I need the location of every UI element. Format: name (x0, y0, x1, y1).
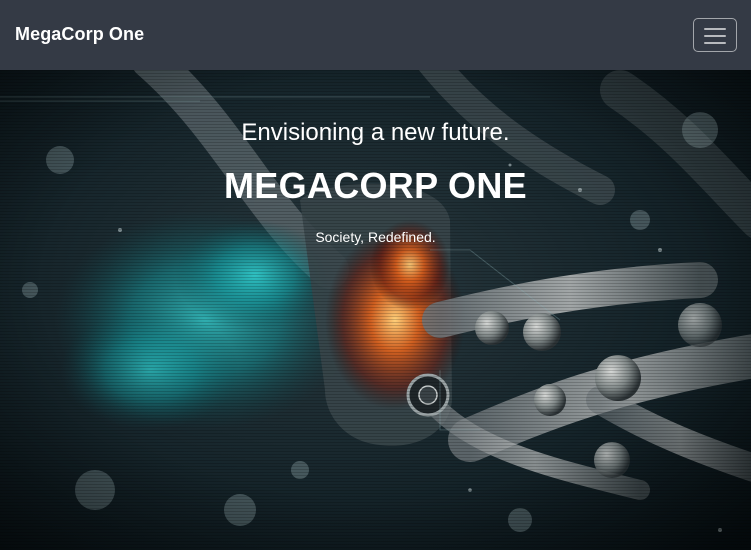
brand-link[interactable]: MegaCorp One (15, 24, 144, 45)
top-navbar: MegaCorp One (0, 0, 751, 70)
hero-section: Envisioning a new future. MEGACORP ONE S… (0, 70, 751, 550)
navbar-toggle-button[interactable] (693, 18, 737, 52)
hero-tagline: Envisioning a new future. (241, 119, 510, 146)
hero-subline: Society, Redefined. (315, 229, 436, 245)
hero-headline: MEGACORP ONE (224, 165, 527, 206)
